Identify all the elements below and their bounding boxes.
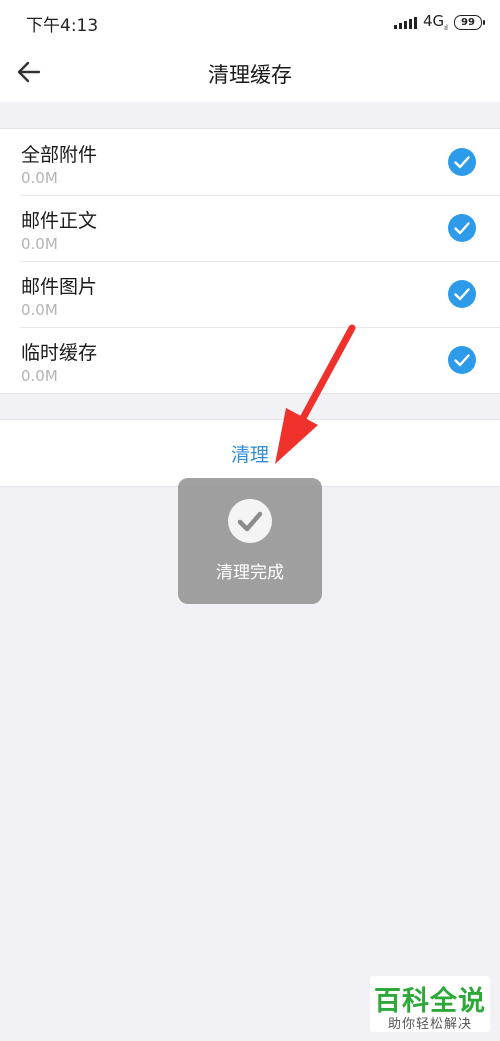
- status-bar: 下午4:13 4Gıl 99: [0, 0, 500, 44]
- checkmark-icon[interactable]: [448, 280, 476, 308]
- checkmark-circle-icon: [228, 499, 272, 543]
- toast: 清理完成: [178, 478, 322, 604]
- status-time: 下午4:13: [26, 16, 99, 36]
- status-indicators: 4Gıl 99: [393, 12, 485, 32]
- clean-button-label: 清理: [230, 444, 269, 466]
- nav-header: 清理缓存: [0, 44, 500, 102]
- item-title: 邮件正文: [21, 210, 98, 232]
- list-item[interactable]: 邮件图片 0.0M: [0, 261, 500, 327]
- list-item[interactable]: 临时缓存 0.0M: [0, 327, 500, 393]
- cache-list: 全部附件 0.0M 邮件正文 0.0M 邮件图片 0.0M 临时缓存 0.0M: [0, 128, 500, 394]
- watermark-subtitle: 助你轻松解决: [387, 1017, 472, 1032]
- watermark-logo: 百科全说 助你轻松解决: [370, 976, 490, 1032]
- signal-icon: [393, 15, 417, 29]
- clean-button[interactable]: 清理: [0, 419, 500, 487]
- checkmark-icon[interactable]: [448, 148, 476, 176]
- item-title: 邮件图片: [21, 276, 98, 298]
- checkmark-icon[interactable]: [448, 346, 476, 374]
- item-size: 0.0M: [21, 301, 58, 319]
- list-item[interactable]: 全部附件 0.0M: [0, 129, 500, 195]
- battery-icon: 99: [454, 14, 485, 30]
- item-title: 临时缓存: [21, 342, 98, 364]
- checkmark-icon[interactable]: [448, 214, 476, 242]
- item-title: 全部附件: [21, 144, 98, 166]
- list-item[interactable]: 邮件正文 0.0M: [0, 195, 500, 261]
- page-title: 清理缓存: [208, 63, 292, 87]
- item-size: 0.0M: [21, 169, 58, 187]
- item-size: 0.0M: [21, 235, 58, 253]
- toast-message: 清理完成: [216, 563, 284, 583]
- network-type: 4Gıl: [422, 12, 448, 32]
- item-size: 0.0M: [21, 367, 58, 385]
